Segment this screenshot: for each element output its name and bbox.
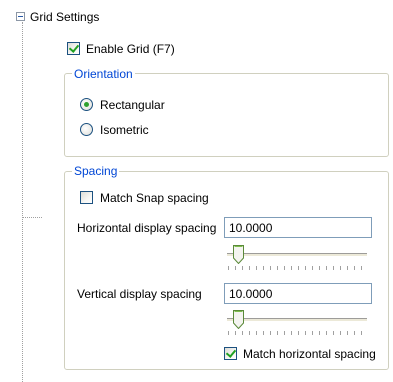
enable-grid-label[interactable]: Enable Grid (F7) bbox=[86, 42, 175, 56]
tree-connector-line bbox=[22, 217, 42, 218]
spacing-legend: Spacing bbox=[72, 164, 120, 178]
tick bbox=[256, 331, 257, 335]
tick bbox=[312, 266, 313, 270]
tick bbox=[270, 331, 271, 335]
collapse-icon[interactable] bbox=[16, 12, 25, 21]
tick bbox=[340, 331, 341, 335]
tick bbox=[347, 266, 348, 270]
tick bbox=[326, 331, 327, 335]
tick bbox=[263, 266, 264, 270]
tick bbox=[277, 331, 278, 335]
match-snap-checkbox[interactable] bbox=[80, 191, 93, 204]
enable-grid-checkbox[interactable] bbox=[67, 42, 80, 55]
tick bbox=[228, 266, 229, 270]
tick bbox=[291, 266, 292, 270]
tree-node-label[interactable]: Grid Settings bbox=[30, 10, 99, 24]
tick bbox=[347, 331, 348, 335]
tick bbox=[242, 266, 243, 270]
tick bbox=[270, 266, 271, 270]
tick bbox=[333, 266, 334, 270]
tick bbox=[298, 331, 299, 335]
tick bbox=[228, 331, 229, 335]
orientation-group bbox=[64, 73, 389, 157]
tick bbox=[312, 331, 313, 335]
vertical-spacing-input[interactable]: 10.0000 bbox=[224, 283, 372, 304]
tick bbox=[354, 266, 355, 270]
tick bbox=[249, 266, 250, 270]
isometric-label[interactable]: Isometric bbox=[100, 123, 149, 137]
match-horizontal-checkbox[interactable] bbox=[224, 347, 237, 360]
rectangular-radio[interactable] bbox=[80, 98, 93, 111]
tick bbox=[242, 331, 243, 335]
tick bbox=[256, 266, 257, 270]
tick bbox=[291, 331, 292, 335]
tick bbox=[235, 331, 236, 335]
rectangular-label[interactable]: Rectangular bbox=[100, 98, 165, 112]
tick bbox=[305, 331, 306, 335]
tick bbox=[361, 331, 362, 335]
tick bbox=[277, 266, 278, 270]
tick bbox=[298, 266, 299, 270]
horizontal-spacing-input[interactable]: 10.0000 bbox=[224, 217, 372, 238]
horizontal-spacing-label: Horizontal display spacing bbox=[77, 221, 217, 235]
tick bbox=[340, 266, 341, 270]
tick bbox=[319, 266, 320, 270]
tick bbox=[354, 331, 355, 335]
tick bbox=[235, 266, 236, 270]
match-horizontal-label[interactable]: Match horizontal spacing bbox=[243, 347, 376, 361]
tick bbox=[305, 266, 306, 270]
vertical-spacing-label: Vertical display spacing bbox=[77, 287, 202, 301]
vertical-spacing-slider-thumb[interactable] bbox=[233, 310, 244, 329]
tick bbox=[319, 331, 320, 335]
match-snap-label[interactable]: Match Snap spacing bbox=[100, 191, 209, 205]
horizontal-spacing-slider-track[interactable] bbox=[227, 253, 367, 257]
orientation-legend: Orientation bbox=[72, 67, 135, 81]
tick bbox=[326, 266, 327, 270]
tick bbox=[284, 266, 285, 270]
tick bbox=[284, 331, 285, 335]
tick bbox=[263, 331, 264, 335]
tick bbox=[361, 266, 362, 270]
isometric-radio[interactable] bbox=[80, 123, 93, 136]
grid-settings-panel: { "tree": { "node_label": "Grid Settings… bbox=[0, 0, 393, 382]
tick bbox=[333, 331, 334, 335]
horizontal-spacing-slider-thumb[interactable] bbox=[233, 245, 244, 264]
tick bbox=[249, 331, 250, 335]
tree-vertical-line bbox=[22, 22, 23, 382]
vertical-spacing-slider-track[interactable] bbox=[227, 318, 367, 322]
